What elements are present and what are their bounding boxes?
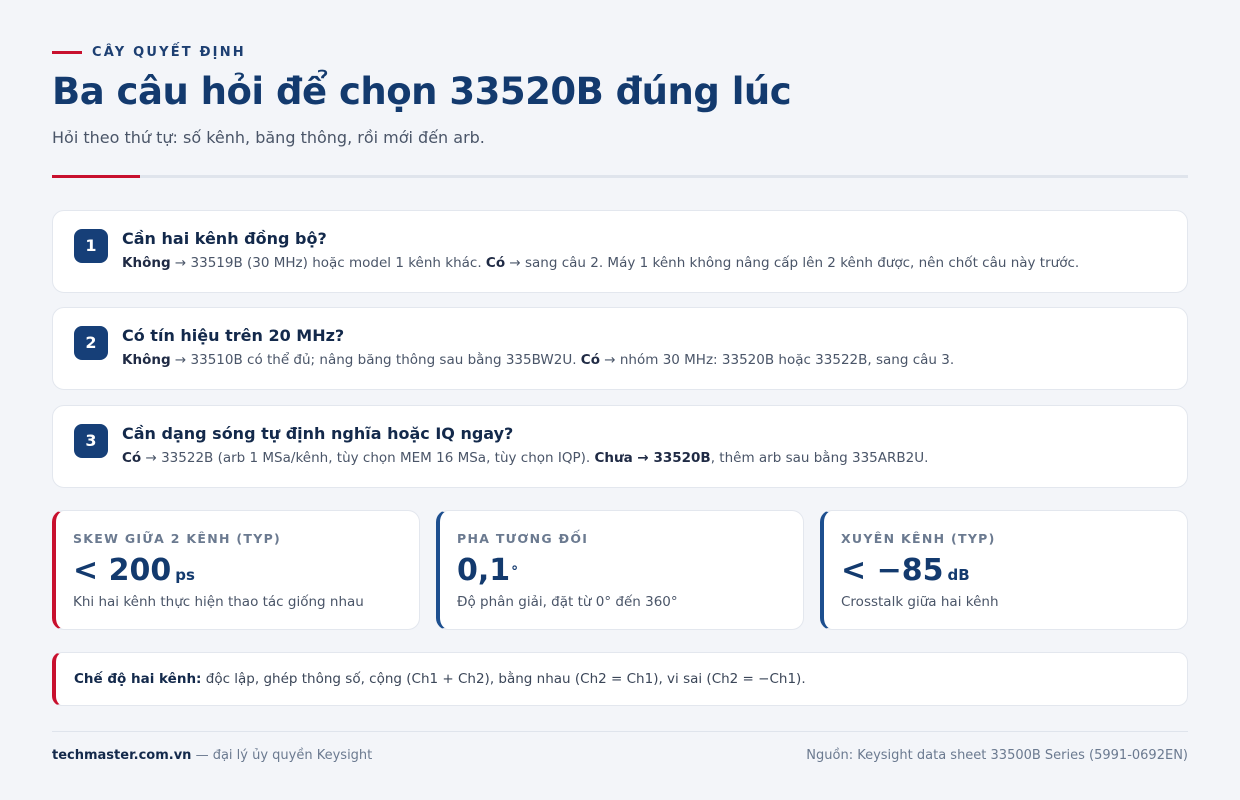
answer-yes-label: Có: [485, 255, 506, 271]
stat-card-skew: SKEW GIỮA 2 KÊNH (TYP) < 200 ps Khi hai k…: [52, 510, 420, 630]
kicker-accent-line: [52, 50, 82, 54]
question-title: Có tín hiệu trên 20 MHz?: [122, 326, 345, 345]
answer-yes-label: Có: [580, 352, 600, 368]
stat-number: < −85: [841, 553, 944, 588]
answer-no-label: Không: [122, 255, 171, 271]
question-card-2: 2 Có tín hiệu trên 20 MHz? Không → 33510…: [52, 307, 1188, 390]
stat-description: Độ phân giải, đặt từ 0° đến 360°: [457, 594, 678, 610]
footer-divider: [52, 731, 1188, 732]
header-divider-accent: [52, 175, 140, 178]
stat-label: XUYÊN KÊNH (TYP): [841, 531, 996, 546]
note-body: độc lập, ghép thông số, cộng (Ch1 + Ch2)…: [201, 671, 806, 687]
stat-description: Crosstalk giữa hai kênh: [841, 594, 999, 610]
answer-yes-text: → 33522B (arb 1 MSa/kênh, tùy chọn MEM 1…: [141, 450, 595, 466]
footer-tagline: — đại lý ủy quyền Keysight: [191, 748, 373, 763]
question-answer: Không → 33519B (30 MHz) hoặc model 1 kên…: [122, 254, 1079, 272]
question-title: Cần hai kênh đồng bộ?: [122, 229, 327, 248]
stat-value: < 200 ps: [73, 551, 195, 595]
stat-unit: dB: [947, 566, 970, 584]
dual-channel-modes-note: Chế độ hai kênh: độc lập, ghép thông số,…: [52, 652, 1188, 706]
stat-value: 0,1°: [457, 551, 518, 595]
answer-no-label: Không: [122, 352, 171, 368]
note-text: Chế độ hai kênh: độc lập, ghép thông số,…: [74, 670, 806, 688]
stat-label: SKEW GIỮA 2 KÊNH (TYP): [73, 531, 282, 546]
question-answer: Không → 33510B có thể đủ; nâng băng thôn…: [122, 351, 954, 369]
question-number-badge: 2: [74, 326, 108, 360]
answer-tail: , thêm arb sau bằng 335ARB2U.: [710, 450, 929, 466]
answer-no-text: → 33519B (30 MHz) hoặc model 1 kênh khác…: [170, 255, 486, 271]
answer-yes-text: → sang câu 2. Máy 1 kênh không nâng cấp …: [505, 255, 1080, 271]
question-card-3: 3 Cần dạng sóng tự định nghĩa hoặc IQ ng…: [52, 405, 1188, 488]
stat-label: PHA TƯƠNG ĐỐI: [457, 531, 589, 546]
stat-card-crosstalk: XUYÊN KÊNH (TYP) < −85 dB Crosstalk giữa …: [820, 510, 1188, 630]
stat-number: 0,1: [457, 553, 511, 588]
answer-no-text: → 33510B có thể đủ; nâng băng thông sau …: [170, 352, 581, 368]
answer-yes-label: Có: [122, 450, 142, 466]
answer-yes-text: → nhóm 30 MHz: 33520B hoặc 33522B, sang …: [599, 352, 955, 368]
stat-card-phase: PHA TƯƠNG ĐỐI 0,1° Độ phân giải, đặt từ …: [436, 510, 804, 630]
stat-number: < 200: [73, 553, 172, 588]
question-number-badge: 1: [74, 229, 108, 263]
page-subtitle: Hỏi theo thứ tự: số kênh, băng thông, rồ…: [52, 128, 485, 147]
footer-site: techmaster.com.vn: [52, 748, 192, 763]
note-label: Chế độ hai kênh:: [74, 671, 202, 687]
question-title: Cần dạng sóng tự định nghĩa hoặc IQ ngay…: [122, 424, 514, 443]
footer-source: Nguồn: Keysight data sheet 33500B Series…: [806, 748, 1188, 763]
stat-value: < −85 dB: [841, 551, 970, 595]
header-divider: [52, 175, 1188, 178]
question-card-1: 1 Cần hai kênh đồng bộ? Không → 33519B (…: [52, 210, 1188, 293]
footer-brand: techmaster.com.vn — đại lý ủy quyền Keys…: [52, 748, 372, 764]
stat-description: Khi hai kênh thực hiện thao tác giống nh…: [73, 594, 364, 610]
kicker: CÂY QUYẾT ĐỊNH: [52, 44, 246, 60]
question-number-badge: 3: [74, 424, 108, 458]
stat-unit: ps: [175, 566, 195, 584]
stat-unit: °: [511, 564, 519, 580]
page-title: Ba câu hỏi để chọn 33520B đúng lúc: [52, 70, 792, 113]
question-answer: Có → 33522B (arb 1 MSa/kênh, tùy chọn ME…: [122, 449, 928, 467]
answer-pick: 33520B: [653, 450, 711, 466]
answer-not-yet-label: Chưa: [594, 450, 633, 466]
kicker-text: CÂY QUYẾT ĐỊNH: [92, 44, 246, 60]
answer-arrow: →: [632, 450, 654, 466]
